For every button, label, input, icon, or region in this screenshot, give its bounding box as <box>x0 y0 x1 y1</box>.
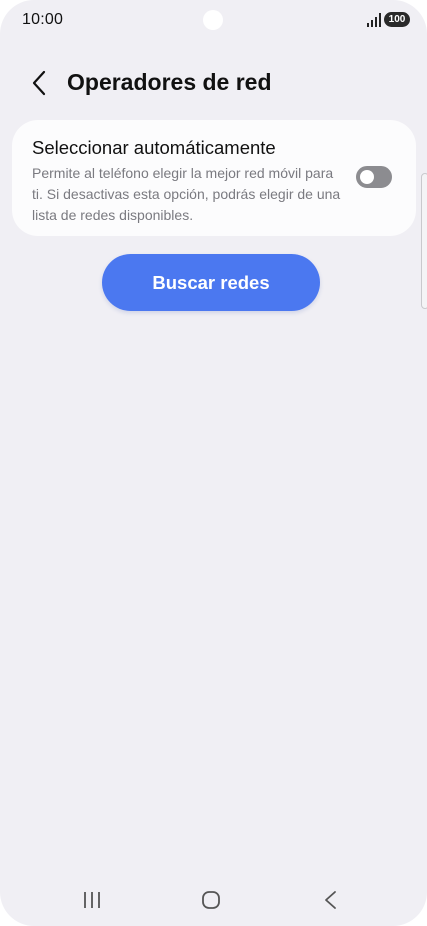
toggle-knob <box>360 170 374 184</box>
back-button[interactable] <box>28 68 52 98</box>
auto-select-toggle[interactable] <box>356 166 392 188</box>
nav-back-button[interactable] <box>311 886 351 914</box>
search-networks-button[interactable]: Buscar redes <box>102 254 320 311</box>
back-icon <box>325 891 336 909</box>
recents-button[interactable] <box>72 886 112 914</box>
auto-select-title: Seleccionar automáticamente <box>32 137 276 158</box>
status-time: 10:00 <box>22 11 64 28</box>
auto-select-description: Permite al teléfono elegir la mejor red … <box>32 165 341 223</box>
recents-icon <box>84 892 100 908</box>
page-title: Operadores de red <box>67 69 272 95</box>
home-button[interactable] <box>191 886 231 914</box>
phone-screen: 10:00 100 Operadores de red Seleccionar … <box>0 0 427 926</box>
chevron-left-icon <box>32 70 46 96</box>
battery-icon: 100 <box>384 12 410 27</box>
home-icon <box>202 891 220 909</box>
signal-icon <box>367 13 381 27</box>
auto-select-card[interactable]: Seleccionar automáticamente Permite al t… <box>12 120 416 236</box>
camera-cutout <box>203 10 223 30</box>
edge-panel-handle[interactable] <box>421 173 427 309</box>
